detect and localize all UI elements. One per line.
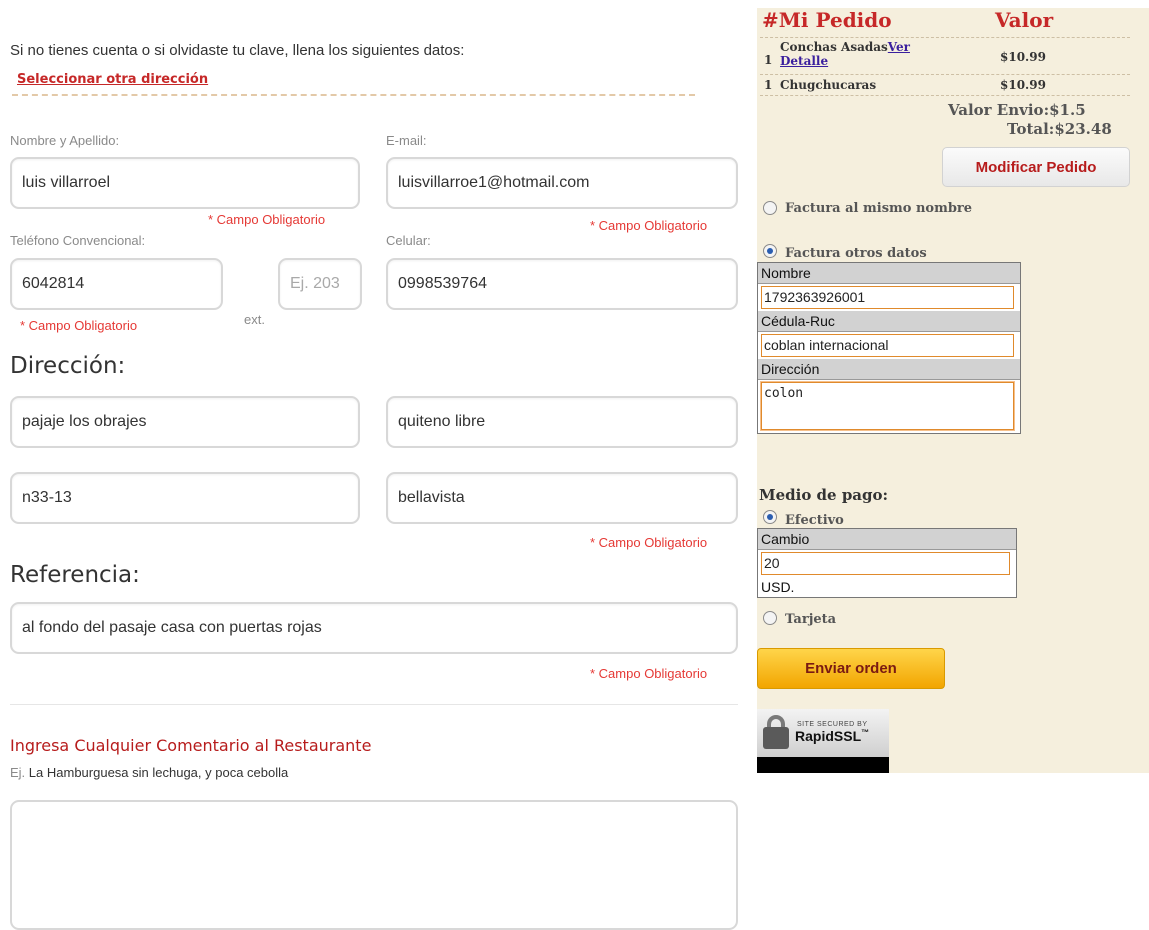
comment-textarea[interactable] <box>10 800 738 930</box>
payment-cash-label: Efectivo <box>785 513 844 528</box>
modify-order-button[interactable]: Modificar Pedido <box>942 147 1130 187</box>
invoice-name-header: Nombre <box>758 263 1020 284</box>
comment-example-prefix: Ej. <box>10 765 26 780</box>
email-input[interactable]: luisvillarroe1@hotmail.com <box>386 157 738 209</box>
item-1-qty: 1 <box>764 53 773 67</box>
invoice-same-name-radio[interactable] <box>763 201 777 215</box>
sector-input[interactable]: bellavista <box>386 472 738 524</box>
currency-label: USD. <box>761 579 795 595</box>
street-main-input[interactable]: pajaje los obrajes <box>10 396 360 448</box>
ssl-brand-name: RapidSSL <box>795 728 862 744</box>
shipping-row: Valor Envio:$1.5 <box>948 101 1086 119</box>
phone-value: 6042814 <box>22 275 85 292</box>
invoice-address-textarea[interactable]: colon <box>761 382 1014 430</box>
invoice-data-table: Nombre 1792363926001 Cédula-Ruc coblan i… <box>757 262 1021 434</box>
ext-placeholder: Ej. 203 <box>290 275 340 292</box>
change-input[interactable]: 20 <box>761 552 1010 575</box>
order-header-line <box>760 37 1130 38</box>
reference-heading: Referencia: <box>10 562 140 588</box>
intro-text: Si no tienes cuenta o si olvidaste tu cl… <box>10 42 465 59</box>
section-divider <box>12 94 695 96</box>
comment-example-text: La Hamburguesa sin lechuga, y poca cebol… <box>28 765 289 780</box>
ext-input[interactable]: Ej. 203 <box>278 258 362 310</box>
invoice-name-value: 1792363926001 <box>764 289 866 305</box>
invoice-address-header: Dirección <box>758 359 1020 380</box>
reference-value: al fondo del pasaje casa con puertas roj… <box>22 619 322 636</box>
total-row: Total:$23.48 <box>1007 120 1112 138</box>
order-header-hash: # <box>762 8 779 32</box>
street-secondary-input[interactable]: quiteno libre <box>386 396 738 448</box>
invoice-address-value: colon <box>764 386 804 401</box>
ext-label: ext. <box>244 312 265 327</box>
item-2-price: $10.99 <box>1000 78 1046 92</box>
lock-icon <box>763 727 789 749</box>
ssl-brand-text: RapidSSL™ <box>795 728 869 744</box>
invoice-name-input[interactable]: 1792363926001 <box>761 286 1014 309</box>
street-main-value: pajaje los obrajes <box>22 413 147 430</box>
sector-value: bellavista <box>398 489 465 506</box>
payment-title: Medio de pago: <box>759 486 889 504</box>
name-value: luis villarroel <box>22 174 111 191</box>
invoice-same-name-label: Factura al mismo nombre <box>785 201 973 216</box>
change-value: 20 <box>764 555 780 571</box>
phone-label: Teléfono Convencional: <box>10 233 146 248</box>
payment-card-radio[interactable] <box>763 611 777 625</box>
comment-divider <box>10 704 738 705</box>
total-label: Total: <box>1007 120 1055 138</box>
item-1-name-text: Conchas Asadas <box>780 40 888 54</box>
item-1-name: Conchas AsadasVer Detalle <box>780 40 960 68</box>
payment-card-label: Tarjeta <box>785 612 837 627</box>
comment-example: Ej. La Hamburguesa sin lechuga, y poca c… <box>10 765 288 780</box>
order-header-title: Mi Pedido <box>778 8 892 32</box>
street-secondary-value: quiteno libre <box>398 413 486 430</box>
send-order-button[interactable]: Enviar orden <box>757 648 945 689</box>
shipping-value: $1.5 <box>1049 101 1086 119</box>
address-heading: Dirección: <box>10 353 126 379</box>
item-1-price: $10.99 <box>1000 50 1046 64</box>
rapidssl-badge-panel: SITE SECURED BY RapidSSL™ <box>757 709 889 757</box>
invoice-ruc-input[interactable]: coblan internacional <box>761 334 1014 357</box>
order-value-header: Valor <box>995 8 1054 32</box>
select-other-address-link[interactable]: Seleccionar otra dirección <box>17 72 208 87</box>
ssl-secured-text: SITE SECURED BY <box>797 721 868 728</box>
phone-input[interactable]: 6042814 <box>10 258 223 310</box>
reference-required-note: * Campo Obligatorio <box>590 666 708 681</box>
invoice-ruc-header: Cédula-Ruc <box>758 311 1020 332</box>
order-row-line <box>760 95 1130 96</box>
reference-input[interactable]: al fondo del pasaje casa con puertas roj… <box>10 602 738 654</box>
rapidssl-badge[interactable]: SITE SECURED BY RapidSSL™ <box>757 709 889 773</box>
total-value: $23.48 <box>1054 120 1112 138</box>
address-required-note: * Campo Obligatorio <box>590 535 708 550</box>
invoice-other-data-label: Factura otros datos <box>785 246 927 261</box>
name-required-note: * Campo Obligatorio <box>208 212 326 227</box>
shipping-label: Valor Envio: <box>948 101 1050 119</box>
house-number-value: n33-13 <box>22 489 72 506</box>
payment-cash-radio[interactable] <box>763 510 777 524</box>
cell-input[interactable]: 0998539764 <box>386 258 738 310</box>
phone-required-note: * Campo Obligatorio <box>20 318 138 333</box>
email-value: luisvillarroe1@hotmail.com <box>398 174 590 191</box>
change-table: Cambio 20 USD. <box>757 528 1017 598</box>
item-2-name: Chugchucaras <box>780 78 877 92</box>
name-input[interactable]: luis villarroel <box>10 157 360 209</box>
ssl-tm: ™ <box>861 728 870 737</box>
order-row-line <box>760 74 1130 75</box>
item-2-qty: 1 <box>764 78 773 92</box>
cell-value: 0998539764 <box>398 275 487 292</box>
comment-title: Ingresa Cualquier Comentario al Restaura… <box>10 736 372 755</box>
name-label: Nombre y Apellido: <box>10 133 120 148</box>
change-header: Cambio <box>758 529 1016 550</box>
invoice-other-data-radio[interactable] <box>763 244 777 258</box>
house-number-input[interactable]: n33-13 <box>10 472 360 524</box>
order-header: #Mi Pedido <box>762 8 892 32</box>
email-label: E-mail: <box>386 133 427 148</box>
email-required-note: * Campo Obligatorio <box>590 218 708 233</box>
invoice-ruc-value: coblan internacional <box>764 337 889 353</box>
cell-label: Celular: <box>386 233 431 248</box>
